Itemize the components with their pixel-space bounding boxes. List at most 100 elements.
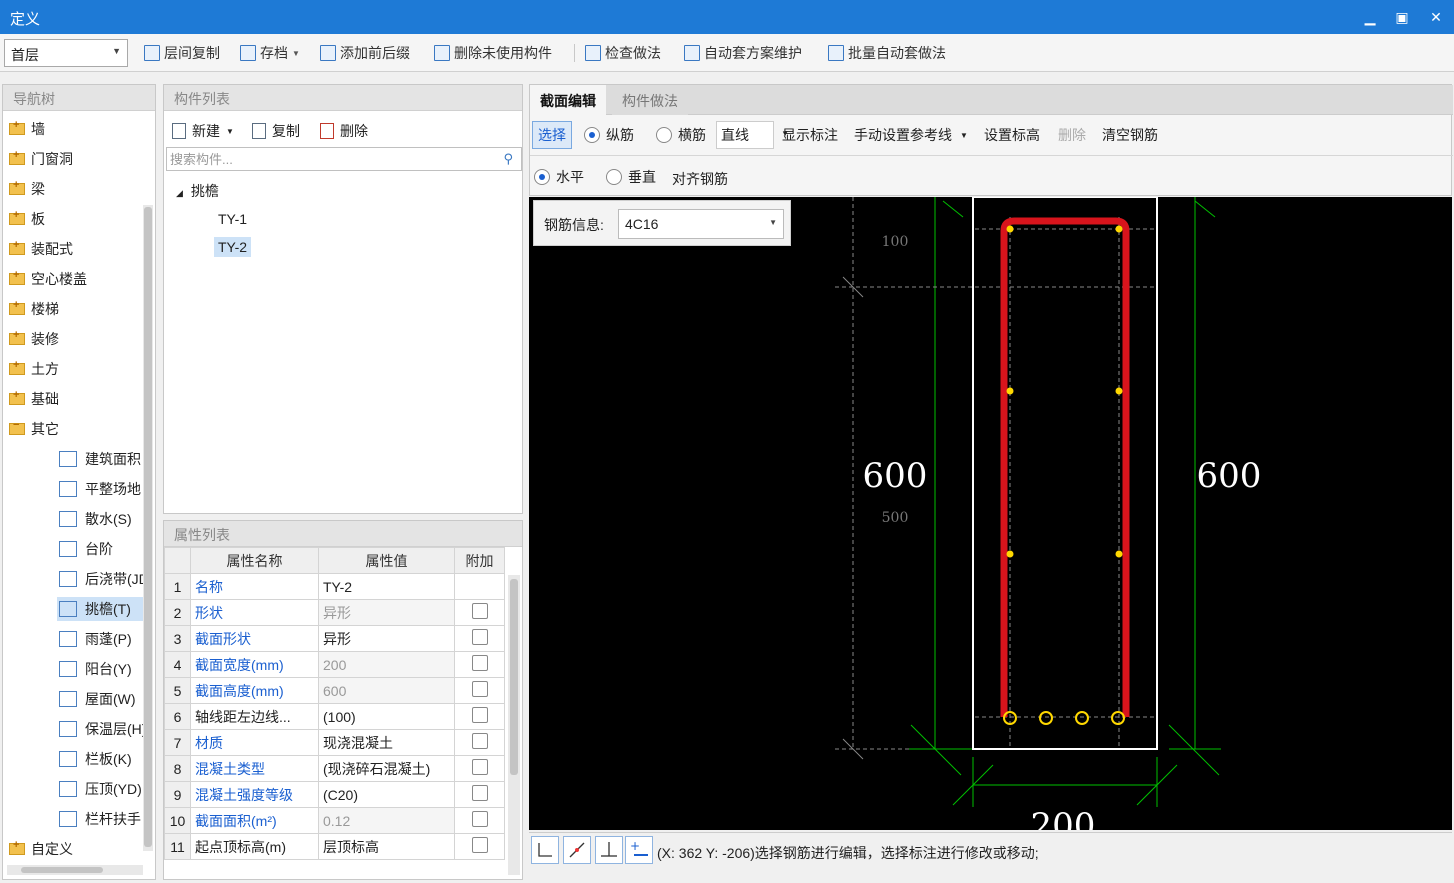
- nav-item-other[interactable]: 其它: [9, 419, 59, 441]
- batch-auto-button[interactable]: 批量自动套做法: [828, 43, 946, 63]
- section-drawing-canvas[interactable]: 600 600 200 100 500: [529, 197, 1452, 830]
- table-row[interactable]: 6 轴线距左边线... (100): [164, 703, 505, 730]
- horizontal-radio[interactable]: 水平: [534, 167, 584, 187]
- add-point-icon[interactable]: +: [625, 836, 653, 864]
- attach-checkbox[interactable]: [471, 733, 488, 749]
- property-value[interactable]: 异形: [318, 625, 455, 652]
- archive-button[interactable]: 存档 ▼: [240, 43, 300, 63]
- nav-sub-cornice[interactable]: 挑檐(T): [57, 597, 145, 621]
- nav-sub-post-cast-strip[interactable]: 后浇带(JD): [57, 567, 145, 591]
- nav-item-stairs[interactable]: 楼梯: [9, 299, 59, 321]
- attach-checkbox[interactable]: [471, 785, 488, 801]
- delete-unused-button[interactable]: 删除未使用构件: [434, 43, 552, 63]
- nav-vertical-scrollbar[interactable]: [143, 205, 153, 851]
- close-icon[interactable]: ✕: [1424, 6, 1448, 28]
- property-value[interactable]: 现浇混凝土: [318, 729, 455, 756]
- set-elevation-button[interactable]: 设置标高: [984, 125, 1040, 145]
- rebar-dot[interactable]: [1006, 387, 1014, 395]
- select-button[interactable]: 选择: [532, 121, 572, 149]
- rebar-dot[interactable]: [1006, 550, 1014, 558]
- tree-group-cornice[interactable]: ◢ 挑檐: [176, 181, 219, 201]
- stirrup-rebar[interactable]: [1000, 217, 1130, 717]
- table-row[interactable]: 3 截面形状 异形: [164, 625, 505, 652]
- nav-sub-insulation[interactable]: 保温层(H): [57, 717, 145, 741]
- copy-component-button[interactable]: 复制: [252, 121, 300, 141]
- align-rebar-button[interactable]: 对齐钢筋: [672, 169, 728, 189]
- attach-checkbox[interactable]: [471, 681, 488, 697]
- tab-section-edit[interactable]: 截面编辑: [530, 85, 606, 115]
- nav-sub-parapet[interactable]: 栏板(K): [57, 747, 145, 771]
- collapse-triangle-icon[interactable]: ◢: [176, 188, 183, 198]
- properties-scroll-thumb[interactable]: [510, 579, 518, 775]
- dimension-left-label[interactable]: 600: [863, 456, 928, 496]
- maximize-icon[interactable]: ▣: [1390, 6, 1414, 28]
- nav-sub-steps[interactable]: 台阶: [57, 537, 145, 561]
- attach-checkbox[interactable]: [471, 629, 488, 645]
- nav-horizontal-scrollbar[interactable]: [7, 865, 143, 875]
- properties-scrollbar[interactable]: [508, 575, 520, 875]
- nav-sub-coping[interactable]: 压顶(YD): [57, 777, 145, 801]
- check-method-button[interactable]: 检查做法: [585, 43, 661, 63]
- auto-scheme-button[interactable]: 自动套方案维护: [684, 43, 802, 63]
- dimension-500-label[interactable]: 500: [882, 510, 909, 526]
- clear-rebar-button[interactable]: 清空钢筋: [1102, 125, 1158, 145]
- rebar-info-select[interactable]: 4C16 ▼: [618, 209, 784, 239]
- table-row[interactable]: 5 截面高度(mm) 600: [164, 677, 505, 704]
- add-prefix-button[interactable]: 添加前后缀: [320, 43, 410, 63]
- property-value[interactable]: 层顶标高: [318, 833, 455, 860]
- rebar-dot[interactable]: [1115, 550, 1123, 558]
- attach-checkbox[interactable]: [471, 759, 488, 775]
- search-icon[interactable]: ⚲: [503, 151, 513, 167]
- nav-item-hollow-floor[interactable]: 空心楼盖: [9, 269, 87, 291]
- bottom-rebar[interactable]: [1075, 711, 1089, 725]
- tab-component-method[interactable]: 构件做法: [612, 85, 688, 115]
- nav-item-slab[interactable]: 板: [9, 209, 45, 231]
- attach-checkbox[interactable]: [471, 707, 488, 723]
- delete-rebar-button[interactable]: 删除: [1058, 125, 1086, 145]
- dimension-right-label[interactable]: 600: [1197, 456, 1262, 496]
- perpendicular-icon[interactable]: [595, 836, 623, 864]
- table-row[interactable]: 2 形状 异形: [164, 599, 505, 626]
- table-row[interactable]: 8 混凝土类型 (现浇碎石混凝土): [164, 755, 505, 782]
- attach-checkbox[interactable]: [471, 603, 488, 619]
- table-row[interactable]: 7 材质 现浇混凝土: [164, 729, 505, 756]
- nav-sub-roof[interactable]: 屋面(W): [57, 687, 145, 711]
- dimension-bottom-label[interactable]: 200: [1031, 806, 1096, 830]
- property-value[interactable]: (C20): [318, 781, 455, 808]
- longitudinal-radio[interactable]: 纵筋: [584, 125, 634, 145]
- nav-item-prefab[interactable]: 装配式: [9, 239, 73, 261]
- property-value[interactable]: (现浇碎石混凝土): [318, 755, 455, 782]
- snap-icon[interactable]: [563, 836, 591, 864]
- nav-sub-apron[interactable]: 散水(S): [57, 507, 145, 531]
- show-marks-button[interactable]: 显示标注: [782, 125, 838, 145]
- attach-checkbox[interactable]: [471, 811, 488, 827]
- attach-checkbox[interactable]: [471, 837, 488, 853]
- rebar-dot[interactable]: [1006, 225, 1014, 233]
- nav-item-foundation[interactable]: 基础: [9, 389, 59, 411]
- dimension-100-label[interactable]: 100: [882, 234, 909, 250]
- nav-item-beam[interactable]: 梁: [9, 179, 45, 201]
- nav-item-earthwork[interactable]: 土方: [9, 359, 59, 381]
- table-row[interactable]: 11 起点顶标高(m) 层顶标高: [164, 833, 505, 860]
- table-row[interactable]: 10 截面面积(m²) 0.12: [164, 807, 505, 834]
- nav-hscroll-thumb[interactable]: [21, 867, 103, 873]
- copy-floor-button[interactable]: 层间复制: [144, 43, 220, 63]
- rebar-dot[interactable]: [1115, 225, 1123, 233]
- vertical-radio[interactable]: 垂直: [606, 167, 656, 187]
- nav-item-door-window[interactable]: 门窗洞: [9, 149, 73, 171]
- property-value[interactable]: (100): [318, 703, 455, 730]
- nav-sub-building-area[interactable]: 建筑面积: [57, 447, 145, 471]
- line-type-select[interactable]: 直线 ▼: [716, 121, 789, 149]
- nav-item-decoration[interactable]: 装修: [9, 329, 59, 351]
- nav-item-wall[interactable]: 墙: [9, 119, 45, 141]
- table-row[interactable]: 9 混凝土强度等级 (C20): [164, 781, 505, 808]
- delete-component-button[interactable]: 删除: [320, 121, 368, 141]
- orthogonal-icon[interactable]: [531, 836, 559, 864]
- component-search-input[interactable]: [167, 148, 487, 170]
- tree-item-ty2[interactable]: TY-2: [214, 237, 252, 257]
- nav-sub-balcony[interactable]: 阳台(Y): [57, 657, 145, 681]
- bottom-rebar[interactable]: [1039, 711, 1053, 725]
- transverse-radio[interactable]: 横筋: [656, 125, 706, 145]
- table-row[interactable]: 1 名称 TY-2: [164, 573, 505, 600]
- nav-item-custom[interactable]: 自定义: [9, 839, 73, 861]
